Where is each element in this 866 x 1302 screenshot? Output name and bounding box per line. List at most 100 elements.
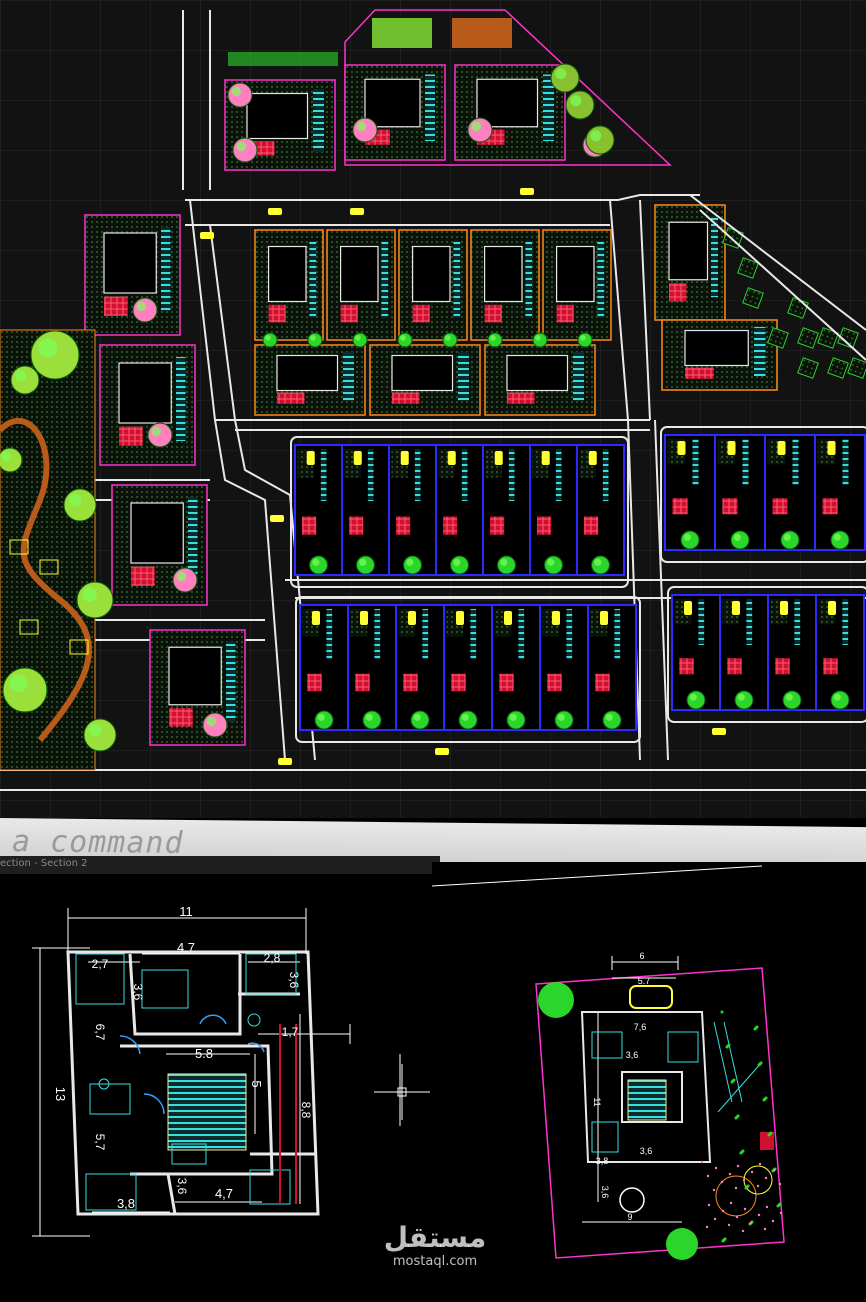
hatch-patio	[104, 296, 128, 316]
tree	[550, 63, 580, 93]
tree	[309, 555, 328, 575]
tree-highlight	[509, 713, 517, 721]
tree	[782, 690, 802, 710]
house-footprint	[168, 646, 222, 706]
tree-highlight	[176, 571, 187, 582]
tree	[362, 710, 382, 730]
tree-highlight	[359, 558, 367, 566]
tree	[442, 332, 458, 348]
ls-dim-side-height: 11	[592, 1097, 602, 1106]
flower-dot	[765, 1205, 769, 1209]
entry-path	[320, 449, 327, 501]
tree	[577, 332, 593, 348]
tree	[506, 710, 526, 730]
watermark-arabic: مستقل	[383, 1221, 487, 1254]
tree	[497, 555, 516, 575]
dim-bottom-left-width: 3,8	[117, 1196, 135, 1211]
tree	[450, 555, 469, 575]
car	[780, 601, 788, 615]
dim-bedroom-height: 3,6	[131, 984, 145, 1001]
car	[684, 601, 692, 615]
tree	[356, 555, 375, 575]
tree	[352, 117, 378, 143]
path-stairs	[381, 241, 389, 318]
entry-path	[698, 599, 705, 645]
car	[456, 611, 464, 625]
car	[447, 451, 456, 465]
tree-highlight	[310, 335, 316, 341]
flower-dot	[778, 1182, 782, 1186]
hatch-patio	[672, 498, 688, 515]
tree	[352, 332, 368, 348]
car	[312, 611, 320, 625]
tree	[10, 365, 40, 395]
tree-highlight	[15, 370, 27, 382]
tree	[262, 332, 278, 348]
dim-hall-width: 5.8	[195, 1046, 213, 1061]
hatch-patio	[490, 516, 505, 535]
dim-top-right-room: 2,8	[264, 951, 281, 965]
path-stairs	[313, 89, 324, 152]
landscape-plan-drawing: 6 5.7 7,6 3,6 3,6 3,8 11 9 3,6	[431, 865, 785, 1260]
layout-tab-section[interactable]: ection - Section 2	[0, 858, 87, 869]
groundcover-dot	[778, 1202, 782, 1206]
flower-dot	[764, 1176, 768, 1180]
groundcover-dot	[769, 1131, 773, 1135]
hatch-patio	[679, 658, 694, 675]
path-stairs	[711, 216, 718, 297]
tree	[132, 297, 158, 323]
car	[268, 208, 282, 215]
entry-path	[470, 609, 477, 659]
car	[600, 611, 608, 625]
flower-dot	[734, 1186, 738, 1190]
landscape-plan-viewport[interactable]: 6 5.7 7,6 3,6 3,6 3,8 11 9 3,6	[431, 862, 866, 1298]
hatch-patio	[277, 392, 305, 404]
car	[777, 441, 786, 455]
ls-dim-room-d: 3,8	[596, 1156, 609, 1166]
entry-path	[602, 449, 609, 501]
hatch-patio	[451, 673, 466, 692]
groundcover-dot	[727, 1043, 731, 1047]
tree	[2, 667, 48, 713]
house-footprint	[506, 354, 569, 392]
cad-model-space-site-plan[interactable]	[0, 0, 866, 818]
flower-dot	[749, 1221, 753, 1225]
tree-highlight	[312, 558, 320, 566]
tree	[202, 712, 228, 738]
groundcover-dot	[732, 1078, 736, 1082]
flower-dot	[706, 1174, 710, 1178]
entry-path	[461, 449, 468, 501]
hatch-patio	[722, 498, 738, 515]
tree-highlight	[461, 713, 469, 721]
floor-plan-viewport[interactable]: 11 13 4,7 2,7 2,8 3,6 3,6 6,7 5.8 1,7 5 …	[0, 874, 432, 1298]
entry-path	[326, 609, 333, 659]
flower-dot	[758, 1162, 762, 1166]
groundcover-dots	[700, 1010, 783, 1243]
car	[520, 188, 534, 195]
flower-dot	[757, 1213, 761, 1217]
tree	[467, 117, 493, 143]
tree	[487, 332, 503, 348]
flower-dot	[705, 1225, 709, 1229]
groundcover-dot	[759, 1061, 763, 1065]
dim-bottom-mid-height: 3,6	[175, 1178, 189, 1195]
tree-highlight	[265, 335, 271, 341]
tree-highlight	[594, 558, 602, 566]
hatch-patio	[507, 392, 535, 404]
layout-tab-strip: ection - Section 2	[0, 856, 440, 874]
tree-highlight	[605, 713, 613, 721]
tree	[730, 530, 750, 550]
entry-path	[794, 599, 801, 645]
tree-highlight	[231, 86, 242, 97]
house-footprint	[103, 232, 157, 294]
hatch-patio	[302, 516, 317, 535]
orange-villa-blocks	[254, 204, 778, 416]
hatch-patio	[775, 658, 790, 675]
mostaql-watermark: مستقل mostaql.com	[380, 1222, 490, 1270]
car	[828, 601, 836, 615]
tree-highlight	[833, 533, 841, 541]
house-footprint	[276, 354, 339, 392]
hatch-patio	[484, 304, 502, 323]
car	[494, 451, 503, 465]
tree	[591, 555, 610, 575]
